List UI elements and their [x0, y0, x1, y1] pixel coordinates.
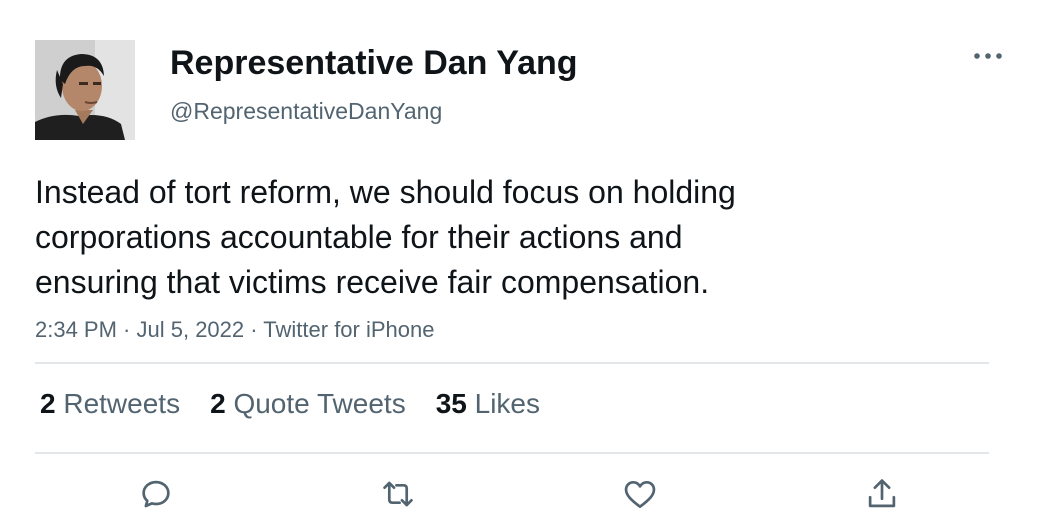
divider — [35, 362, 989, 364]
avatar[interactable] — [35, 40, 135, 140]
more-options-button[interactable] — [966, 40, 1010, 72]
tweet-time[interactable]: 2:34 PM — [35, 317, 117, 342]
retweets-count: 2 — [40, 388, 56, 419]
engagement-stats: 2 Retweets 2 Quote Tweets 35 Likes — [40, 386, 540, 422]
author-handle[interactable]: @RepresentativeDanYang — [170, 96, 442, 126]
tweet-text-line: ensuring that victims receive fair compe… — [35, 264, 710, 300]
retweets-stat[interactable]: 2 Retweets — [40, 386, 180, 422]
retweet-icon — [383, 481, 413, 507]
tweet-card: Representative Dan Yang @RepresentativeD… — [0, 0, 1050, 525]
tweet-text-line: Instead of tort reform, we should focus … — [35, 174, 736, 210]
retweets-label: Retweets — [63, 388, 181, 419]
likes-count: 35 — [435, 388, 467, 419]
tweet-text-line: corporations accountable for their actio… — [35, 219, 683, 255]
tweet-date[interactable]: Jul 5, 2022 — [137, 317, 245, 342]
author-display-name[interactable]: Representative Dan Yang — [170, 42, 578, 84]
like-button[interactable] — [616, 470, 664, 518]
reply-icon — [142, 480, 170, 508]
heart-icon — [624, 480, 656, 509]
tweet-actions-bar — [0, 470, 1050, 518]
quote-tweets-stat[interactable]: 2 Quote Tweets — [210, 386, 406, 422]
tweet-source[interactable]: Twitter for iPhone — [263, 317, 434, 342]
share-button[interactable] — [858, 470, 906, 518]
likes-label: Likes — [474, 388, 541, 419]
avatar-photo — [35, 40, 135, 140]
meta-separator: · — [244, 317, 264, 342]
divider — [35, 452, 989, 454]
quote-tweets-count: 2 — [210, 388, 226, 419]
retweet-button[interactable] — [374, 470, 422, 518]
tweet-text: Instead of tort reform, we should focus … — [35, 170, 935, 305]
share-icon — [868, 479, 896, 508]
likes-stat[interactable]: 35 Likes — [436, 386, 540, 422]
quote-tweets-label: Quote Tweets — [233, 388, 406, 419]
reply-button[interactable] — [132, 470, 180, 518]
tweet-metadata: 2:34 PM · Jul 5, 2022 · Twitter for iPho… — [35, 315, 434, 345]
more-icon — [974, 53, 1002, 59]
meta-separator: · — [116, 317, 137, 342]
